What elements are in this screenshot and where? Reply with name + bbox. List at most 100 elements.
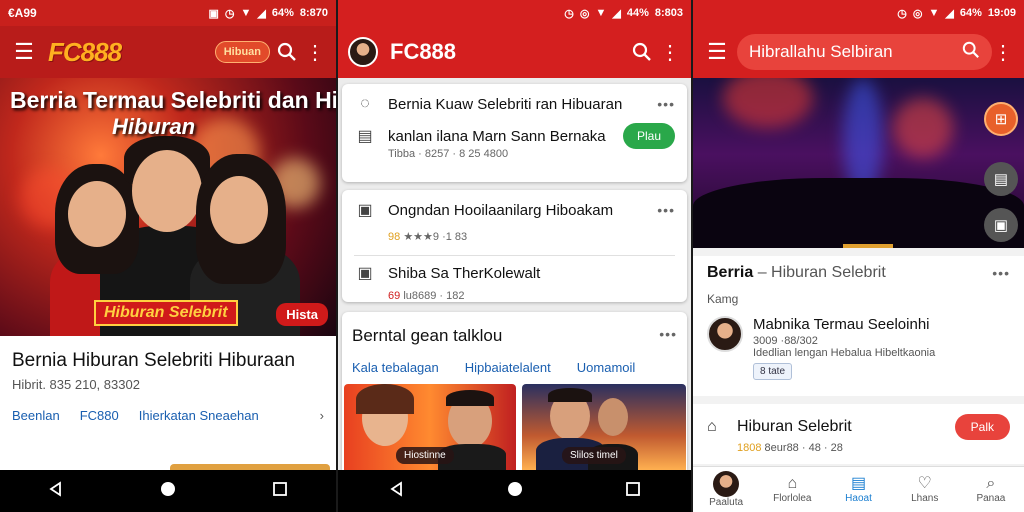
- article-panel[interactable]: Berria – Hiburan Selebrit ••• Kamg Mabni…: [693, 256, 1024, 396]
- panel-title-rest: – Hiburan Selebrit: [757, 264, 886, 281]
- article-panel[interactable]: ⌂ Hiburan Selebrit Palk 1808 8eur88 · 48…: [693, 404, 1024, 464]
- tile-label: Hiostinne: [396, 447, 454, 464]
- recents-icon[interactable]: [625, 481, 641, 502]
- section-link[interactable]: Kala tebalagan: [352, 360, 439, 375]
- bookmark-button[interactable]: ▤: [984, 162, 1018, 196]
- notification-icon: ▣: [208, 7, 219, 20]
- hero-banner[interactable]: Berria Termau Selebriti dan Hi Hiburan H…: [0, 78, 336, 336]
- menu-icon[interactable]: ☰: [703, 39, 731, 65]
- hero-title: Berria Termau Selebriti dan Hi: [10, 87, 336, 113]
- status-clock: 8:870: [299, 7, 328, 19]
- calendar-icon: ▣: [357, 265, 373, 282]
- app-bar: ☰ FC888 Hibuan ⋮: [0, 26, 336, 78]
- wifi-icon: ▼: [595, 7, 607, 19]
- panel-title-bold: Berria: [707, 264, 754, 281]
- search-query: Hibrallahu Selbiran: [749, 42, 893, 61]
- tag-chip[interactable]: 8 tate: [753, 363, 793, 380]
- nav-search[interactable]: ⌕ Panaa: [958, 467, 1024, 512]
- screen-feed: ◷ ◎ ▼ ◢ 44% 8:803 FC888 ⋮ ◌ Bernia Kuaw …: [338, 0, 691, 512]
- more-vert-icon[interactable]: ⋮: [659, 35, 681, 69]
- notification-icon: ◷: [897, 7, 907, 20]
- search-icon[interactable]: [270, 35, 304, 69]
- article-summary[interactable]: Bernia Hiburan Selebriti Hiburaan Hibrit…: [12, 350, 324, 423]
- hero-badge-secondary[interactable]: Hista: [276, 303, 328, 326]
- news-card[interactable]: ▣ Ongndan Hooilaanilarg Hiboakam ••• 98 …: [342, 190, 687, 302]
- link-ihierkatan[interactable]: Ihierkatan Sneaehan: [139, 408, 259, 423]
- more-horiz-icon[interactable]: •••: [659, 326, 677, 346]
- article-icon: ▤: [357, 128, 373, 145]
- video-tile[interactable]: Hiostinne: [344, 384, 516, 470]
- system-nav-bar: [338, 470, 691, 512]
- status-carrier: €A99: [8, 6, 37, 20]
- video-tile[interactable]: Slilos timel: [522, 384, 686, 470]
- back-icon[interactable]: [389, 480, 405, 502]
- battery-percent: 64%: [271, 7, 294, 19]
- more-vert-icon[interactable]: ⋮: [992, 35, 1014, 69]
- home-icon[interactable]: [506, 480, 524, 503]
- section-link[interactable]: Hipbaiatelalent: [465, 360, 551, 375]
- more-vert-icon[interactable]: ⋮: [304, 35, 326, 69]
- chat-icon: ◌: [360, 95, 370, 112]
- link-fc880[interactable]: FC880: [80, 408, 119, 423]
- search-icon[interactable]: [962, 41, 980, 64]
- avatar: [713, 471, 740, 497]
- wifi-icon: ▼: [240, 7, 252, 19]
- concert-image[interactable]: ⊞ ▤ ▣: [693, 78, 1024, 248]
- more-horiz-icon[interactable]: •••: [657, 202, 675, 218]
- status-bar: €A99 ▣ ◷ ▼ ◢ 64% 8:870: [0, 0, 336, 26]
- signal-icon: ◢: [612, 7, 621, 20]
- meta-prefix: 69: [388, 290, 401, 302]
- nav-home[interactable]: ⌂ Florlolea: [759, 467, 825, 512]
- avatar[interactable]: [348, 37, 378, 67]
- alarm-icon: ◎: [912, 7, 923, 20]
- menu-icon[interactable]: ☰: [10, 39, 38, 65]
- nav-profile[interactable]: Paaluta: [693, 467, 759, 512]
- system-nav-bar: [0, 470, 336, 512]
- card-headline-2: Shiba Sa TherKolewalt: [388, 264, 541, 282]
- nav-favorites[interactable]: ♡ Lhans: [892, 467, 958, 512]
- link-beenlan[interactable]: Beenlan: [12, 408, 60, 423]
- article-links: Beenlan FC880 Ihierkatan Sneaehan ›: [12, 408, 324, 423]
- recents-icon[interactable]: [272, 481, 288, 502]
- nav-news[interactable]: ▤ Haoat: [825, 467, 891, 512]
- section-link[interactable]: Uomamoil: [577, 360, 636, 375]
- search-input[interactable]: Hibrallahu Selbiran: [737, 34, 992, 70]
- chevron-right-icon[interactable]: ›: [320, 408, 324, 423]
- hero-subtitle: Hiburan: [112, 114, 196, 139]
- screen-home: €A99 ▣ ◷ ▼ ◢ 64% 8:870 ☰ FC888 Hibuan ⋮: [0, 0, 336, 512]
- section-tabs: Kala tebalagan Hipbaiatelalent Uomamoil: [342, 346, 687, 383]
- alarm-icon: ◷: [224, 7, 235, 20]
- author-title: Mabnika Termau Seeloinhi: [753, 316, 930, 333]
- battery-percent: 64%: [959, 7, 982, 19]
- news-card[interactable]: ◌ Bernia Kuaw Selebriti ran Hibuaran •••…: [342, 84, 687, 182]
- wifi-icon: ▼: [928, 7, 940, 19]
- save-button[interactable]: ▣: [984, 208, 1018, 242]
- back-icon[interactable]: [48, 480, 64, 502]
- search-icon[interactable]: [625, 35, 659, 69]
- hero-badge: Hiburan Selebrit: [94, 300, 238, 326]
- more-horiz-icon[interactable]: •••: [657, 96, 675, 112]
- status-bar: ◷ ◎ ▼ ◢ 64% 19:09: [693, 0, 1024, 26]
- hiburan-pill-button[interactable]: Hibuan: [214, 41, 270, 63]
- follow-button[interactable]: Palk: [954, 414, 1010, 440]
- section-title: Berntal gean talklou: [352, 326, 503, 345]
- alarm-icon: ◷: [564, 7, 574, 20]
- more-horiz-icon[interactable]: •••: [992, 265, 1010, 281]
- share-button[interactable]: ⊞: [984, 102, 1018, 136]
- rating-prefix: 98: [388, 231, 401, 243]
- article-title: Bernia Hiburan Selebriti Hiburaan: [12, 350, 296, 371]
- search-icon: ⌕: [986, 475, 996, 492]
- home-icon: ⌂: [787, 475, 798, 492]
- status-clock: 8:803: [654, 7, 683, 19]
- author-avatar[interactable]: [707, 316, 743, 352]
- author-desc: Idedlian lengan Hebalua Hibeltkaonia: [753, 347, 936, 359]
- bookmark-outline-icon: ⌂: [707, 418, 717, 435]
- calendar-icon: ▣: [357, 202, 373, 219]
- play-button[interactable]: Plau: [622, 123, 675, 149]
- meta-prefix: 1808: [737, 442, 762, 454]
- app-bar: ☰ Hibrallahu Selbiran ⋮: [693, 26, 1024, 78]
- notification-icon: ◎: [579, 7, 590, 20]
- news-icon: ▤: [850, 475, 867, 492]
- app-logo: FC888: [48, 36, 122, 67]
- home-icon[interactable]: [159, 480, 177, 503]
